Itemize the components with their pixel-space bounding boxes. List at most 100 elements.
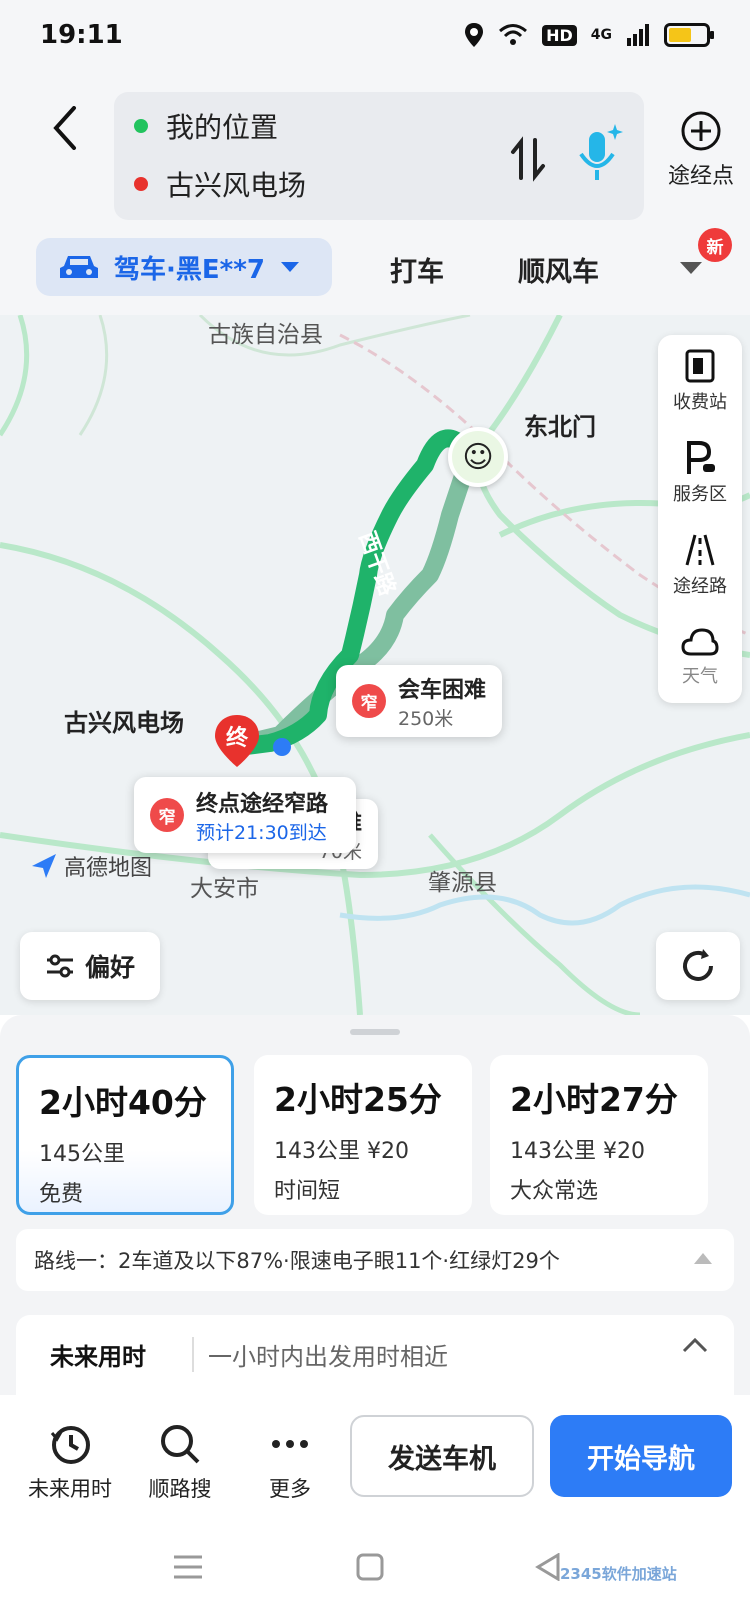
destination-label: 古兴风电场: [166, 169, 307, 202]
tool-weather[interactable]: 天气: [658, 611, 742, 703]
signal-icon: [627, 24, 649, 46]
route-card-2[interactable]: 2小时25分 143公里 ¥20 时间短: [254, 1055, 472, 1215]
send-to-car-button[interactable]: 发送车机: [350, 1415, 534, 1497]
caret-down-icon: [280, 262, 299, 272]
back-triangle-icon[interactable]: [534, 1553, 562, 1581]
system-nav-bar: 2345软件加速站: [0, 1515, 750, 1624]
refresh-icon: [683, 949, 713, 981]
new-badge: 新: [698, 228, 732, 262]
future-time-panel[interactable]: 未来用时 一小时内出发用时相近: [16, 1315, 734, 1395]
chevron-up-icon[interactable]: [682, 1337, 708, 1353]
route-time: 2小时25分: [274, 1080, 442, 1119]
tool-service-area[interactable]: 服务区: [658, 427, 742, 519]
back-button[interactable]: [40, 98, 90, 158]
chevron-left-icon: [53, 106, 76, 150]
add-waypoint-button[interactable]: 途经点: [656, 110, 746, 210]
current-location-avatar[interactable]: ☺: [448, 427, 508, 487]
callout-meeting[interactable]: 窄 会车困难 250米: [336, 665, 502, 737]
map-label-gate: 东北门: [524, 413, 596, 441]
tab-drive-label: 驾车·黑E**7: [114, 254, 265, 285]
route-tag: 大众常选: [510, 1179, 599, 1204]
callout-endpoint[interactable]: 窄 终点途经窄路 预计21:30到达: [134, 777, 356, 853]
route-input-box: 我的位置 古兴风电场: [114, 92, 644, 220]
origin-field[interactable]: 我的位置: [134, 106, 278, 146]
map-label-city-daan: 大安市: [190, 876, 259, 902]
cloud-icon: [681, 628, 719, 656]
more-dots-icon: [272, 1440, 308, 1448]
route-card-3[interactable]: 2小时27分 143公里 ¥20 大众常选: [490, 1055, 708, 1215]
end-pin-label: 终: [226, 726, 249, 751]
start-navigation-button[interactable]: 开始导航: [550, 1415, 732, 1497]
network-label: 4G: [590, 27, 612, 43]
clock-icon: [50, 1426, 90, 1464]
toll-icon: [685, 349, 715, 383]
callout-meeting-sub: 250米: [398, 707, 454, 730]
tool-toll[interactable]: 收费站: [658, 335, 742, 427]
destination-dot: [134, 177, 148, 191]
preference-button[interactable]: 偏好: [20, 932, 160, 1000]
status-time: 19:11: [40, 20, 123, 50]
more-button[interactable]: 更多: [240, 1423, 340, 1503]
route-tag: 时间短: [274, 1179, 341, 1204]
route-info-bar[interactable]: 路线一：2车道及以下87%·限速电子眼11个·红绿灯29个: [16, 1229, 734, 1291]
watermark: 2345软件加速站: [560, 1565, 677, 1583]
narrow-badge: 窄: [150, 798, 184, 832]
mode-more-icon[interactable]: [676, 256, 706, 280]
caret-up-icon: [694, 1253, 712, 1264]
destination-field[interactable]: 古兴风电场: [134, 164, 306, 204]
location-icon: [465, 23, 484, 47]
map-label-destination: 古兴风电场: [64, 709, 184, 737]
map-side-tools: 收费站 服务区 途经路 天气: [658, 335, 742, 703]
origin-label: 我的位置: [166, 111, 279, 144]
gaode-logo-text: 高德地图: [64, 856, 153, 881]
callout-meeting-title: 会车困难: [398, 677, 487, 703]
future-title: 未来用时: [50, 1343, 146, 1371]
tab-drive[interactable]: 驾车·黑E**7: [36, 238, 332, 296]
route-distance: 143公里 ¥20: [274, 1139, 409, 1164]
tool-roads-label: 途经路: [673, 576, 727, 597]
route-time: 2小时40分: [39, 1083, 207, 1122]
menu-icon[interactable]: [172, 1553, 204, 1581]
home-icon[interactable]: [356, 1553, 384, 1581]
status-bar: 19:11 HD 4G: [0, 0, 750, 70]
travel-mode-tabs: 驾车·黑E**7 打车 顺风车 新: [36, 228, 736, 298]
preference-label: 偏好: [84, 953, 135, 982]
plus-circle-icon: [681, 111, 721, 151]
mic-icon: [579, 124, 623, 180]
swap-icon: [511, 136, 545, 182]
route-card-1[interactable]: 2小时40分 145公里 免费: [16, 1055, 234, 1215]
tool-toll-label: 收费站: [673, 392, 727, 413]
drag-handle[interactable]: [350, 1029, 400, 1035]
wifi-icon: [499, 24, 528, 45]
map-label-county-top: 古族自治县: [208, 322, 323, 348]
tool-service-label: 服务区: [673, 484, 727, 505]
battery-icon: [664, 23, 714, 47]
tool-route-roads[interactable]: 途经路: [658, 519, 742, 611]
route-sheet: 2小时40分 145公里 免费 2小时25分 143公里 ¥20 时间短 2小时…: [0, 1015, 750, 1395]
route-info-text: 路线一：2车道及以下87%·限速电子眼11个·红绿灯29个: [34, 1249, 560, 1273]
refresh-button[interactable]: [656, 932, 740, 1000]
search-along-button[interactable]: 顺路搜: [130, 1423, 230, 1503]
callout-endpoint-title: 终点途经窄路: [196, 791, 329, 817]
voice-button[interactable]: [569, 120, 629, 190]
map-label-county-zhaoyuan: 肇源县: [428, 870, 497, 896]
tool-weather-label: 天气: [682, 666, 718, 687]
search-icon: [161, 1425, 200, 1464]
parking-icon: [687, 441, 715, 474]
tab-ride-share[interactable]: 顺风车: [518, 250, 599, 289]
future-subtitle: 一小时内出发用时相近: [192, 1337, 448, 1372]
search-along-label: 顺路搜: [148, 1477, 212, 1501]
hd-badge: HD: [542, 24, 577, 46]
swap-button[interactable]: [504, 134, 554, 184]
sliders-icon: [46, 954, 73, 978]
waypoint-label: 途经点: [667, 164, 734, 189]
car-icon: [60, 256, 98, 278]
origin-dot: [134, 119, 148, 133]
status-icons: HD 4G: [464, 22, 714, 48]
map-view[interactable]: 古族自治县 东北门 西干路 古兴风电场 大安市 肇源县 ☺ 终 窄 会车困难 2…: [0, 315, 750, 1015]
gaode-logo-icon: [32, 854, 56, 878]
tab-taxi[interactable]: 打车: [390, 250, 444, 289]
future-time-button[interactable]: 未来用时: [20, 1423, 120, 1503]
callout-endpoint-sub: 预计21:30到达: [196, 821, 327, 844]
action-bar: 未来用时 顺路搜 更多 发送车机 开始导航: [0, 1395, 750, 1515]
